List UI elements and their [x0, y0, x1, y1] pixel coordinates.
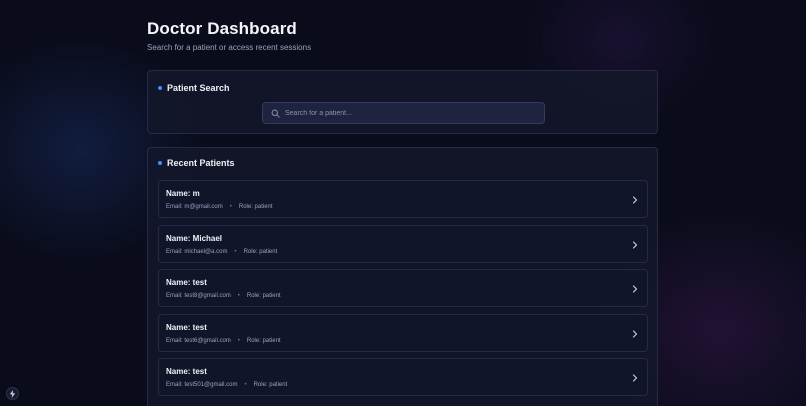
- recent-patients-header: Recent Patients: [158, 158, 235, 168]
- patient-email: Email: m@gmail.com: [166, 204, 223, 210]
- bullet-dot-icon: [158, 86, 162, 90]
- search-box[interactable]: [262, 102, 545, 124]
- patient-role: Role: patient: [243, 249, 278, 255]
- patient-row[interactable]: Name: Michael Email: michael@a.com • Rol…: [158, 225, 648, 263]
- meta-separator: •: [229, 204, 232, 210]
- patient-meta: Email: michael@a.com • Role: patient: [166, 249, 277, 255]
- recent-patients-title: Recent Patients: [167, 158, 235, 168]
- recent-patients-card: Recent Patients Name: m Email: m@gmail.c…: [147, 147, 658, 406]
- patient-role: Role: patient: [238, 204, 273, 210]
- patient-role: Role: patient: [246, 293, 281, 299]
- patient-role: Role: patient: [246, 338, 281, 344]
- meta-separator: •: [237, 293, 240, 299]
- meta-separator: •: [237, 338, 240, 344]
- patient-search-card: Patient Search: [147, 70, 658, 134]
- patient-email: Email: test6@gmail.com: [166, 338, 231, 344]
- patient-row[interactable]: Name: test Email: test501@gmail.com • Ro…: [158, 358, 648, 396]
- patient-name: Name: m: [166, 189, 200, 198]
- patient-meta: Email: test501@gmail.com • Role: patient: [166, 382, 287, 388]
- patient-email: Email: test8@gmail.com: [166, 293, 231, 299]
- dev-tools-button[interactable]: [6, 387, 19, 400]
- patient-search-title: Patient Search: [167, 83, 230, 93]
- chevron-right-icon[interactable]: [631, 329, 639, 339]
- chevron-right-icon[interactable]: [631, 195, 639, 205]
- patient-meta: Email: test8@gmail.com • Role: patient: [166, 293, 281, 299]
- patient-name: Name: test: [166, 323, 207, 332]
- chevron-right-icon[interactable]: [631, 373, 639, 383]
- patient-email: Email: michael@a.com: [166, 249, 228, 255]
- search-icon: [271, 109, 280, 118]
- bullet-dot-icon: [158, 161, 162, 165]
- page-title: Doctor Dashboard: [147, 19, 297, 38]
- patient-row[interactable]: Name: test Email: test6@gmail.com • Role…: [158, 314, 648, 352]
- patient-role: Role: patient: [253, 382, 288, 388]
- lightning-icon: [9, 389, 16, 398]
- patient-name: Name: test: [166, 278, 207, 287]
- search-input[interactable]: [285, 109, 525, 117]
- chevron-right-icon[interactable]: [631, 240, 639, 250]
- patient-row[interactable]: Name: m Email: m@gmail.com • Role: patie…: [158, 180, 648, 218]
- patient-meta: Email: test6@gmail.com • Role: patient: [166, 338, 281, 344]
- chevron-right-icon[interactable]: [631, 284, 639, 294]
- meta-separator: •: [234, 249, 237, 255]
- patient-search-header: Patient Search: [158, 83, 230, 93]
- page-subtitle: Search for a patient or access recent se…: [147, 43, 312, 52]
- patient-name: Name: Michael: [166, 234, 223, 243]
- patient-meta: Email: m@gmail.com • Role: patient: [166, 204, 273, 210]
- patient-name: Name: test: [166, 367, 207, 376]
- meta-separator: •: [244, 382, 247, 388]
- patient-email: Email: test501@gmail.com: [166, 382, 238, 388]
- patient-row[interactable]: Name: test Email: test8@gmail.com • Role…: [158, 269, 648, 307]
